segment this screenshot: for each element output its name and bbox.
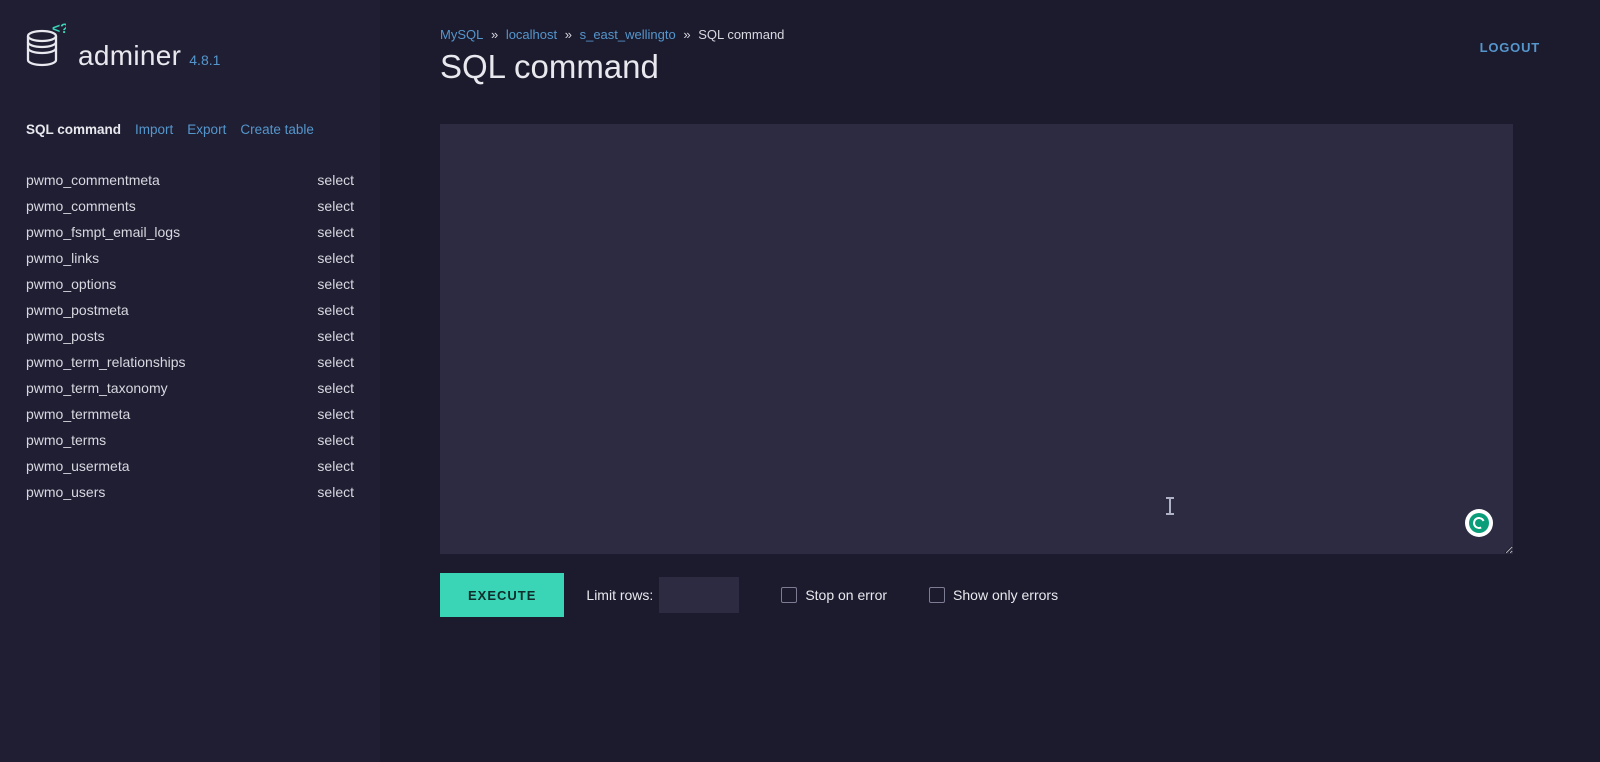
brand-name: adminer (78, 40, 181, 72)
table-row: pwmo_commentmeta select (26, 167, 354, 193)
breadcrumb-item[interactable]: MySQL (440, 27, 483, 42)
table-row: pwmo_fsmpt_email_logs select (26, 219, 354, 245)
table-select-link[interactable]: select (317, 172, 354, 188)
page-title: SQL command (440, 48, 1540, 86)
table-link[interactable]: pwmo_options (26, 276, 116, 292)
table-select-link[interactable]: select (317, 198, 354, 214)
breadcrumb: MySQL » localhost » s_east_wellingto » S… (440, 27, 1540, 42)
table-link[interactable]: pwmo_term_taxonomy (26, 380, 168, 396)
table-link[interactable]: pwmo_terms (26, 432, 106, 448)
main: MySQL » localhost » s_east_wellingto » S… (380, 0, 1600, 762)
logout-link[interactable]: LOGOUT (1480, 40, 1540, 55)
sidebar-action-create-table[interactable]: Create table (240, 122, 314, 137)
table-link[interactable]: pwmo_links (26, 250, 99, 266)
table-row: pwmo_postmeta select (26, 297, 354, 323)
breadcrumb-separator: » (487, 27, 501, 42)
sidebar-action-import[interactable]: Import (135, 122, 173, 137)
sidebar-action-export[interactable]: Export (187, 122, 226, 137)
table-link[interactable]: pwmo_postmeta (26, 302, 129, 318)
table-row: pwmo_links select (26, 245, 354, 271)
table-select-link[interactable]: select (317, 380, 354, 396)
sql-input[interactable] (440, 124, 1513, 554)
breadcrumb-current: SQL command (698, 27, 784, 42)
table-select-link[interactable]: select (317, 276, 354, 292)
brand: <? adminer 4.8.1 (26, 22, 354, 74)
table-row: pwmo_usermeta select (26, 453, 354, 479)
sidebar-actions: SQL command Import Export Create table (26, 122, 354, 137)
table-select-link[interactable]: select (317, 458, 354, 474)
table-link[interactable]: pwmo_commentmeta (26, 172, 160, 188)
table-select-link[interactable]: select (317, 432, 354, 448)
stop-on-error-group: Stop on error (781, 587, 887, 603)
table-row: pwmo_term_relationships select (26, 349, 354, 375)
table-link[interactable]: pwmo_term_relationships (26, 354, 186, 370)
breadcrumb-item[interactable]: localhost (506, 27, 557, 42)
breadcrumb-separator: » (680, 27, 694, 42)
show-only-errors-label[interactable]: Show only errors (953, 587, 1058, 603)
table-select-link[interactable]: select (317, 406, 354, 422)
execute-button[interactable]: EXECUTE (440, 573, 564, 617)
sidebar: <? adminer 4.8.1 SQL command Import Export… (0, 0, 380, 762)
table-select-link[interactable]: select (317, 250, 354, 266)
limit-rows-label: Limit rows: (586, 587, 653, 603)
table-row: pwmo_users select (26, 479, 354, 505)
table-select-link[interactable]: select (317, 484, 354, 500)
table-link[interactable]: pwmo_usermeta (26, 458, 130, 474)
control-row: EXECUTE Limit rows: Stop on error Show o… (440, 573, 1540, 617)
table-select-link[interactable]: select (317, 328, 354, 344)
grammarly-icon[interactable] (1465, 509, 1493, 537)
sidebar-action-sql-command[interactable]: SQL command (26, 122, 121, 137)
brand-version: 4.8.1 (189, 52, 220, 68)
table-row: pwmo_options select (26, 271, 354, 297)
stop-on-error-label[interactable]: Stop on error (805, 587, 887, 603)
show-only-errors-checkbox[interactable] (929, 587, 945, 603)
table-link[interactable]: pwmo_fsmpt_email_logs (26, 224, 180, 240)
table-link[interactable]: pwmo_users (26, 484, 105, 500)
breadcrumb-separator: » (561, 27, 575, 42)
table-row: pwmo_termmeta select (26, 401, 354, 427)
limit-rows-input[interactable] (659, 577, 739, 613)
show-only-errors-group: Show only errors (929, 587, 1058, 603)
table-link[interactable]: pwmo_comments (26, 198, 136, 214)
table-link[interactable]: pwmo_posts (26, 328, 105, 344)
table-row: pwmo_terms select (26, 427, 354, 453)
sidebar-table-list: pwmo_commentmetaselectpwmo_commentsselec… (26, 167, 354, 505)
table-link[interactable]: pwmo_termmeta (26, 406, 130, 422)
table-row: pwmo_comments select (26, 193, 354, 219)
table-select-link[interactable]: select (317, 302, 354, 318)
table-row: pwmo_term_taxonomy select (26, 375, 354, 401)
table-select-link[interactable]: select (317, 354, 354, 370)
table-row: pwmo_posts select (26, 323, 354, 349)
stop-on-error-checkbox[interactable] (781, 587, 797, 603)
limit-rows-group: Limit rows: (586, 577, 739, 613)
breadcrumb-item[interactable]: s_east_wellingto (580, 27, 676, 42)
table-select-link[interactable]: select (317, 224, 354, 240)
svg-text:<?: <? (52, 22, 66, 36)
database-icon: <? (26, 22, 66, 74)
